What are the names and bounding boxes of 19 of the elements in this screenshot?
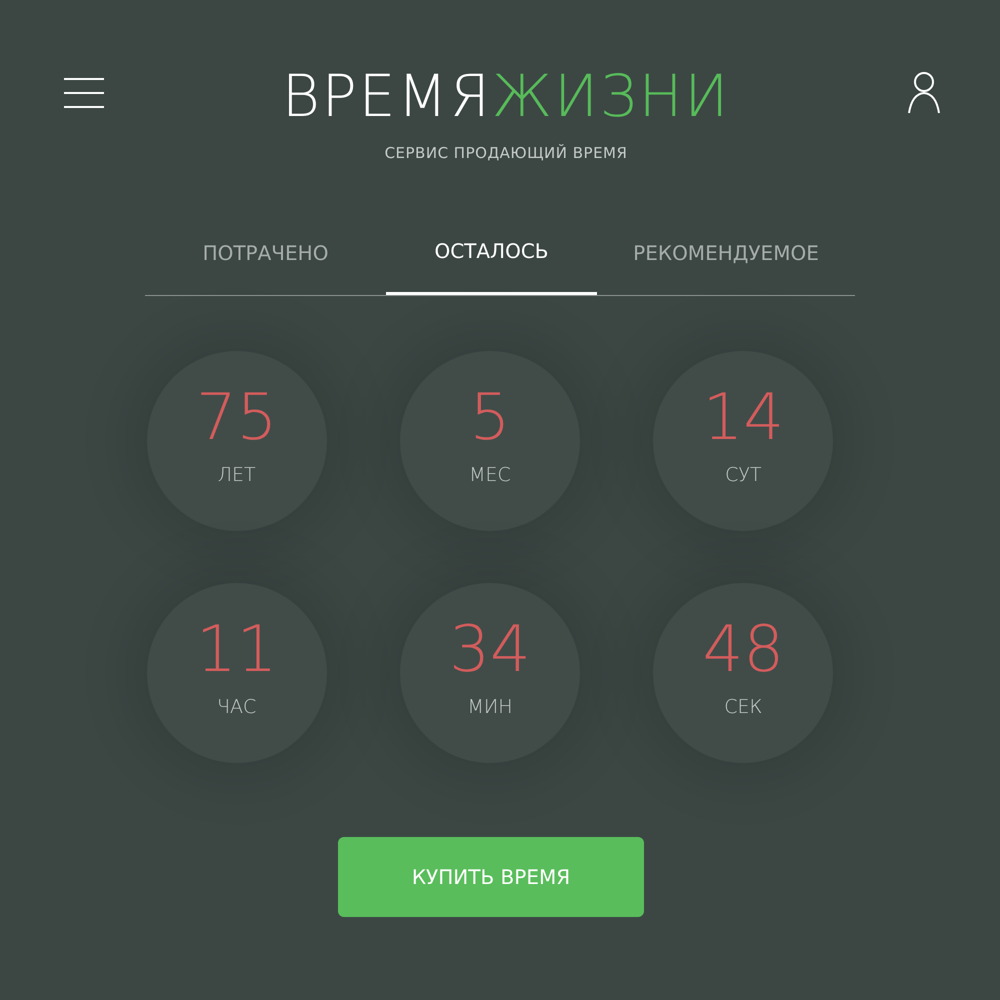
counter-value: 14 [702, 383, 784, 454]
counter-unit: СУТ [725, 463, 762, 488]
counter-unit: ЛЕТ [218, 463, 256, 488]
tab[interactable]: РЕКОМЕНДУЕМОЕ [597, 226, 855, 294]
subtitle: СЕРВИС ПРОДАЮЩИЙ ВРЕМЯ [384, 143, 628, 164]
counter-unit: ЧАС [217, 695, 256, 720]
user-icon[interactable] [908, 72, 940, 114]
buy-button[interactable]: КУПИТЬ ВРЕМЯ [338, 836, 644, 916]
counter-value: 48 [702, 615, 784, 686]
tab[interactable]: ПОТРАЧЕНО [145, 226, 386, 294]
counter-value: 34 [449, 615, 531, 686]
counter-value: 75 [196, 383, 278, 454]
counter-value: 5 [470, 383, 510, 454]
counter-unit: МИН [467, 695, 512, 720]
counter-unit: СЕК [724, 695, 762, 720]
logo-title: ВРЕМЯ ЖИЗНИ [282, 66, 730, 126]
counter-unit: МЕС [469, 463, 511, 488]
counter-value: 11 [196, 615, 278, 686]
tab[interactable]: ОСТАЛОСЬ [386, 226, 597, 294]
